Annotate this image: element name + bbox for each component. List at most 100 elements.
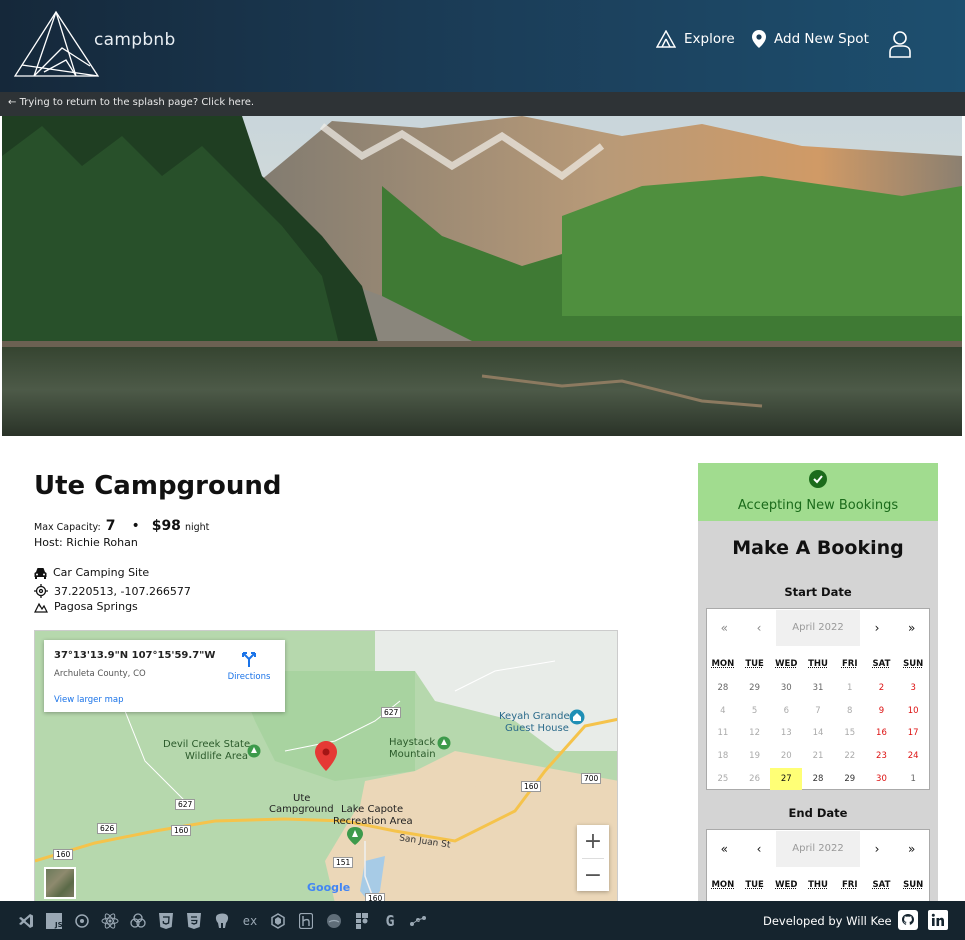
weekday-header: MON TUE WED THU FRI SAT SUN xyxy=(707,872,929,898)
google-icon[interactable]: G xyxy=(380,911,400,931)
heroku-icon[interactable] xyxy=(296,911,316,931)
calendar-day: 28 xyxy=(717,683,729,693)
splash-return-text: Trying to return to the splash page? Cli… xyxy=(19,97,255,108)
prev-year-button[interactable]: « xyxy=(707,842,742,856)
calendar-day: 22 xyxy=(844,751,856,762)
capacity-label: Max Capacity: xyxy=(34,522,101,533)
html5-icon[interactable] xyxy=(156,911,176,931)
directions-label: Directions xyxy=(227,672,271,682)
weekday-label: THU xyxy=(808,659,828,669)
calendar-day: 16 xyxy=(876,728,887,739)
price-value: $98 xyxy=(151,518,181,534)
calendar-month-label[interactable]: April 2022 xyxy=(776,609,860,646)
calendar-day: 25 xyxy=(717,773,729,784)
user-profile-button[interactable] xyxy=(888,30,920,58)
satellite-toggle-button[interactable] xyxy=(44,867,76,899)
mountain-icon xyxy=(34,602,48,613)
booking-status-banner: Accepting New Bookings xyxy=(698,463,938,521)
map-info-card: 37°13'13.9"N 107°15'59.7"W Archuleta Cou… xyxy=(44,640,285,712)
calendar-day: 14 xyxy=(812,728,824,739)
calendar-day: 11 xyxy=(717,728,729,739)
map-label-ute-1: Ute xyxy=(293,793,311,804)
car-icon xyxy=(34,567,47,579)
next-year-button[interactable]: » xyxy=(894,621,929,635)
css3-icon[interactable] xyxy=(184,911,204,931)
splash-return-link[interactable]: ← Trying to return to the splash page? C… xyxy=(0,92,965,116)
end-date-calendar: « ‹ April 2022 › » MON TUE WED THU FRI S… xyxy=(706,829,930,902)
calendar-day: 31 xyxy=(812,683,824,693)
next-month-button[interactable]: › xyxy=(860,842,895,856)
map-pin-icon xyxy=(752,30,766,48)
road-badge: 160 xyxy=(53,849,74,860)
graphql-icon[interactable] xyxy=(408,911,428,931)
prev-year-button[interactable]: « xyxy=(707,621,742,635)
linkedin-icon[interactable] xyxy=(928,910,948,930)
google-logo-text: Google xyxy=(307,881,351,894)
weekday-label: MON xyxy=(711,880,735,890)
price-unit: night xyxy=(184,522,210,533)
flask-icon[interactable] xyxy=(324,911,344,931)
calendar-day: 20 xyxy=(780,751,792,762)
next-year-button[interactable]: » xyxy=(894,842,929,856)
calendar-week: 18 19 20 21 22 23 24 xyxy=(707,745,929,768)
campbnb-logo-icon[interactable] xyxy=(13,10,100,82)
sequelize-icon[interactable] xyxy=(268,911,288,931)
location-pin-icon[interactable] xyxy=(315,741,337,775)
calendar-day: 30 xyxy=(780,683,792,693)
calendar-day-today[interactable]: 27 xyxy=(770,767,803,791)
road-badge: 160 xyxy=(171,825,192,836)
map-card-coordinates: 37°13'13.9"N 107°15'59.7"W xyxy=(54,650,216,661)
vscode-icon[interactable] xyxy=(16,911,36,931)
calendar-day[interactable]: 30 xyxy=(866,768,898,791)
calendar-day[interactable]: 29 xyxy=(834,768,866,791)
github-icon[interactable] xyxy=(898,910,918,930)
calendar-day[interactable]: 1 xyxy=(897,768,929,791)
calendar-day: 21 xyxy=(812,751,824,762)
javascript-icon[interactable]: JS xyxy=(44,911,64,931)
view-larger-map-link[interactable]: View larger map xyxy=(54,695,124,705)
redux-icon[interactable] xyxy=(72,911,92,931)
calendar-day: 10 xyxy=(907,705,919,716)
calendar-day: 19 xyxy=(749,751,760,762)
calendar-nav: « ‹ April 2022 › » xyxy=(707,609,929,646)
react-icon[interactable] xyxy=(100,911,120,931)
calendar-week: 4 5 6 7 8 9 10 xyxy=(707,700,929,723)
weekday-label: FRI xyxy=(841,659,858,669)
next-month-button[interactable]: › xyxy=(860,621,895,635)
zoom-out-button[interactable]: − xyxy=(577,859,609,892)
map-label-lake-capote-1: Lake Capote xyxy=(341,804,404,815)
map-label-lake-capote-2: Recreation Area xyxy=(333,816,413,827)
svg-text:JS: JS xyxy=(54,921,62,929)
npm-icon[interactable] xyxy=(352,911,372,931)
map-label-ute-2: Campground xyxy=(269,804,334,815)
zoom-in-button[interactable]: + xyxy=(577,825,609,858)
express-icon[interactable]: ex xyxy=(240,911,260,931)
calendar-day: 1 xyxy=(847,683,853,693)
prev-month-button[interactable]: ‹ xyxy=(742,621,777,635)
top-nav-bar: campbnb Explore Add New Spot xyxy=(0,0,965,92)
user-icon xyxy=(889,31,911,58)
map-label-haystack-2: Mountain xyxy=(389,749,436,760)
map-label-keyah-1: Keyah Grande xyxy=(499,711,570,722)
google-map[interactable]: Devil Creek State Wildlife Area Haystack… xyxy=(34,630,618,902)
separator-dot: • xyxy=(131,518,140,534)
directions-button[interactable]: Directions xyxy=(226,648,272,682)
calendar-day: 5 xyxy=(751,705,758,716)
weekday-header: MON TUE WED THU FRI SAT SUN xyxy=(707,651,929,677)
capacity-price-row: Max Capacity: 7 • $98 night xyxy=(34,518,209,534)
nav-add-spot-label: Add New Spot xyxy=(774,31,869,47)
calendar-day: 9 xyxy=(878,705,885,716)
nav-explore-link[interactable]: Explore xyxy=(656,30,735,48)
calendar-month-label[interactable]: April 2022 xyxy=(776,830,860,867)
brand-name[interactable]: campbnb xyxy=(94,30,176,50)
calendar-day: 6 xyxy=(783,705,789,716)
spot-location: Pagosa Springs xyxy=(54,600,138,613)
calendar-day: 8 xyxy=(847,705,853,716)
postgresql-icon[interactable] xyxy=(212,911,232,931)
nav-add-spot-link[interactable]: Add New Spot xyxy=(752,30,869,48)
calendar-week: 28 29 30 31 1 2 3 xyxy=(707,677,929,700)
prev-month-button[interactable]: ‹ xyxy=(742,842,777,856)
road-badge: 151 xyxy=(333,857,354,868)
sqlalchemy-icon[interactable] xyxy=(128,911,148,931)
calendar-day[interactable]: 28 xyxy=(802,768,834,791)
